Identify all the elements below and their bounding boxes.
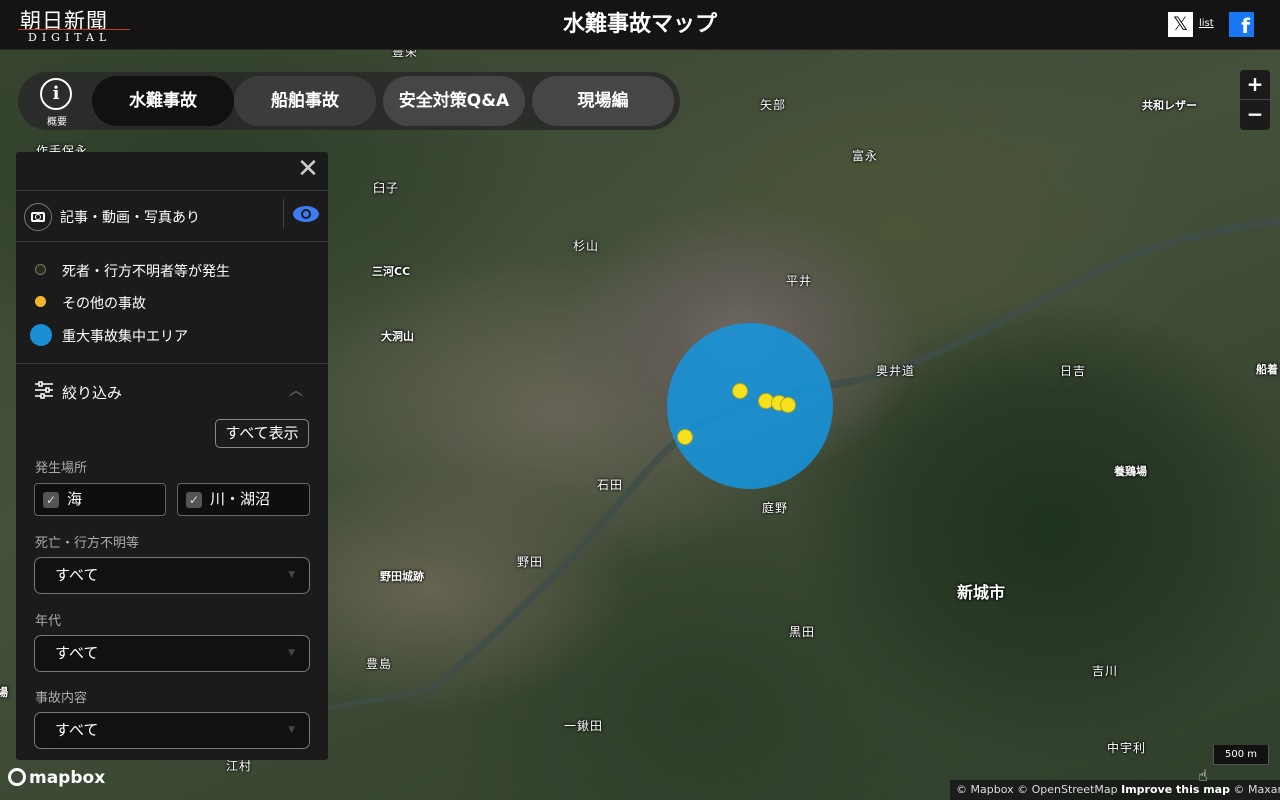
map-label: 杉山	[573, 239, 600, 253]
divider	[16, 241, 328, 242]
zone-legend-dot	[30, 324, 52, 346]
mapbox-icon	[8, 768, 26, 786]
map-label: 豊栄	[392, 50, 419, 59]
zoom-in-button[interactable]: +	[1240, 70, 1270, 100]
chevron-down-icon: ▼	[288, 648, 295, 658]
tab-field[interactable]: 現場編	[532, 76, 674, 126]
map-label: 城場	[0, 686, 8, 699]
attribution-maxar[interactable]: © Maxar	[1233, 783, 1280, 796]
zoom-control: + −	[1240, 70, 1270, 130]
eye-icon[interactable]	[292, 205, 320, 223]
chevron-down-icon: ▼	[288, 725, 295, 735]
top-nav: i 概要 水難事故 船舶事故 安全対策Q&A 現場編	[18, 72, 680, 130]
map-attribution: © Mapbox © OpenStreetMap Improve this ma…	[950, 780, 1280, 800]
map-label: 富永	[852, 149, 879, 163]
zoom-out-button[interactable]: −	[1240, 100, 1270, 130]
map-label: 矢部	[760, 98, 787, 112]
filter-title: 絞り込み	[62, 384, 123, 402]
divider	[283, 199, 284, 229]
check-icon: ✓	[186, 492, 202, 508]
show-all-button[interactable]: すべて表示	[215, 419, 309, 448]
incident-marker[interactable]	[677, 429, 693, 445]
divider	[16, 190, 328, 191]
map-label: 日吉	[1060, 364, 1087, 378]
page-title: 水難事故マップ	[562, 12, 717, 37]
x-icon[interactable]: 𝕏	[1168, 12, 1193, 37]
era-select[interactable]: すべて ▼	[34, 635, 310, 672]
map-label: 共和レザー	[1142, 99, 1197, 112]
attribution-osm[interactable]: © Mapbox © OpenStreetMap	[956, 783, 1118, 796]
scale-bar: 500 m	[1213, 745, 1269, 765]
map-label: 平井	[786, 274, 813, 288]
era-select-value: すべて	[55, 644, 99, 662]
type-select-value: すべて	[55, 721, 99, 739]
check-icon: ✓	[43, 492, 59, 508]
close-icon[interactable]: ✕	[296, 156, 320, 182]
city-label: 新城市	[957, 583, 1006, 602]
death-select-value: すべて	[55, 566, 99, 584]
fatal-legend-dot	[35, 264, 46, 275]
filter-panel: ✕ 記事・動画・写真あり 死者・行方不明者等が発生 その他の事故 重大事故集中エ…	[16, 152, 328, 760]
major-accident-zone[interactable]	[667, 323, 833, 489]
mapbox-logo[interactable]: mapbox	[8, 768, 105, 788]
death-select[interactable]: すべて ▼	[34, 557, 310, 594]
map-label: 養鶏場	[1114, 465, 1147, 478]
map-label: 大洞山	[381, 330, 414, 343]
map-label: 臼子	[373, 181, 400, 195]
chevron-down-icon: ▼	[288, 570, 295, 580]
tab-safety-qa[interactable]: 安全対策Q&A	[383, 76, 525, 126]
chevron-up-icon[interactable]: ︿	[289, 380, 303, 400]
info-icon: i	[40, 78, 72, 110]
incident-marker[interactable]	[780, 397, 796, 413]
legend-fatal-label: 死者・行方不明者等が発生	[62, 264, 230, 280]
sliders-icon	[35, 381, 53, 399]
mapbox-wordmark: mapbox	[29, 768, 106, 788]
map-label: 野田城跡	[380, 570, 424, 583]
location-river-checkbox[interactable]: ✓ 川・湖沼	[177, 483, 310, 516]
header: 朝日新聞 DIGITAL 水難事故マップ 𝕏 list f	[0, 0, 1280, 50]
location-sea-checkbox[interactable]: ✓ 海	[34, 483, 166, 516]
legend-zone-label: 重大事故集中エリア	[62, 329, 188, 345]
location-river-label: 川・湖沼	[210, 490, 271, 508]
location-sea-label: 海	[67, 490, 83, 508]
map-label: 一鍬田	[564, 719, 604, 733]
map-label: 船着	[1256, 363, 1278, 376]
map-label: 吉川	[1092, 664, 1119, 678]
tab-ship-accidents[interactable]: 船舶事故	[234, 76, 376, 126]
era-filter-label: 年代	[35, 614, 62, 629]
map-label: 奥井道	[876, 364, 916, 378]
type-select[interactable]: すべて ▼	[34, 712, 310, 749]
media-toggle-label: 記事・動画・写真あり	[60, 210, 200, 226]
x-list-link[interactable]: list	[1199, 18, 1214, 29]
improve-map-link[interactable]: Improve this map	[1121, 783, 1230, 796]
map-label: 石田	[597, 478, 624, 492]
type-filter-label: 事故内容	[35, 691, 88, 706]
tab-water-accidents[interactable]: 水難事故	[92, 76, 234, 126]
legend-other-label: その他の事故	[62, 296, 146, 312]
hand-cursor-icon: ☝	[1198, 766, 1208, 785]
death-filter-label: 死亡・行方不明等	[35, 536, 140, 551]
map-label: 豊島	[366, 657, 393, 671]
divider	[16, 363, 328, 364]
map-label: 黒田	[789, 625, 816, 639]
location-label: 発生場所	[35, 461, 88, 476]
other-legend-dot	[35, 296, 46, 307]
map-label: 三河CC	[372, 265, 411, 278]
overview-button[interactable]: i 概要	[40, 78, 74, 128]
incident-marker[interactable]	[732, 383, 748, 399]
map-label: 庭野	[762, 501, 789, 515]
map-label: 野田	[517, 555, 544, 569]
overview-label: 概要	[47, 117, 67, 128]
camera-icon	[24, 203, 52, 231]
map-label: 中宇利	[1107, 741, 1147, 755]
facebook-icon[interactable]: f	[1229, 12, 1254, 37]
